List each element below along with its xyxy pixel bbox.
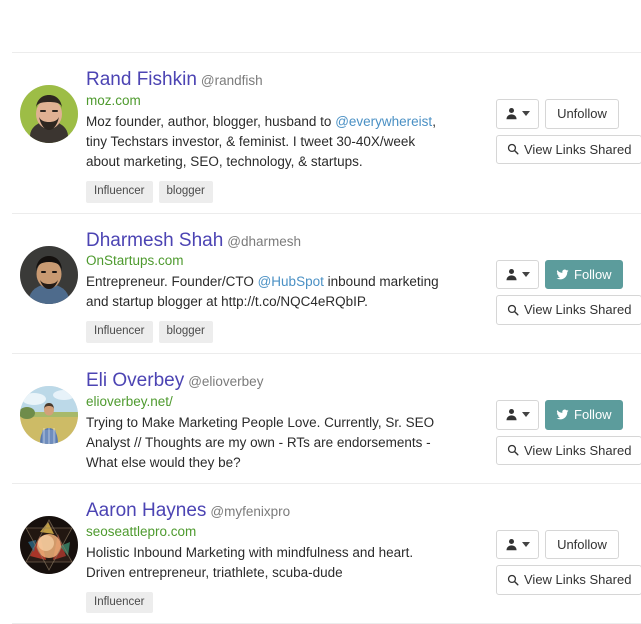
chevron-down-icon (522, 111, 530, 117)
twitter-bird-icon (556, 268, 569, 281)
list-top-spacer (12, 0, 641, 52)
avatar-cell (12, 224, 86, 304)
bio-mention-link[interactable]: @HubSpot (258, 274, 324, 289)
unfollow-button[interactable]: Unfollow (545, 529, 619, 560)
profile-name-line: Rand Fishkin @randfish (86, 69, 486, 91)
action-row-top: Follow (496, 400, 623, 430)
avatar-cell (12, 494, 86, 574)
tag-list: Influencer blogger (86, 180, 486, 203)
profile-info: Eli Overbey @elioverbey elioverbey.net/Try… (86, 364, 496, 473)
action-row-top: Unfollow (496, 99, 619, 129)
profile-info: Dharmesh Shah @dharmesh OnStartups.com Entr… (86, 224, 496, 344)
user-icon (505, 107, 518, 120)
profile-name-line: Dharmesh Shah @dharmesh (86, 230, 486, 252)
profile-handle: @dharmesh (227, 233, 302, 249)
profile-tag[interactable]: blogger (158, 180, 213, 203)
view-links-shared-label: View Links Shared (524, 141, 632, 157)
user-icon (505, 268, 518, 281)
view-links-shared-button[interactable]: View Links Shared (496, 134, 641, 165)
profile-tag[interactable]: Influencer (86, 180, 153, 203)
profile-website-link[interactable]: elioverbey.net/ (86, 394, 486, 409)
profile-name-link[interactable]: Aaron Haynes (86, 500, 206, 521)
action-row-top: Follow (496, 259, 623, 290)
follow-button[interactable]: Follow (545, 400, 623, 430)
avatar[interactable] (20, 85, 78, 143)
view-links-shared-label: View Links Shared (524, 442, 632, 458)
profile-website-link[interactable]: seoseattlepro.com (86, 524, 486, 539)
user-menu-button[interactable] (496, 529, 539, 560)
profile-info: Rand Fishkin @randfish moz.com Moz founder,… (86, 63, 496, 203)
bio-text: Entrepreneur. Founder/CTO (86, 274, 258, 290)
chevron-down-icon (522, 542, 530, 548)
avatar[interactable] (20, 245, 78, 304)
profile-tag[interactable]: Influencer (86, 321, 153, 344)
avatar-cell (12, 364, 86, 445)
bio-text: Holistic Inbound Marketing with mindfuln… (86, 544, 414, 580)
bio-mention-link[interactable]: @everywhereist (335, 114, 432, 129)
bio-text: Moz founder, author, blogger, husband to (86, 113, 336, 129)
profile-actions: Unfollow View Links Shared (496, 494, 641, 595)
profile-handle: @elioverbey (188, 374, 264, 390)
profile-row: Eli Overbey @elioverbey elioverbey.net/Try… (12, 353, 641, 483)
profile-bio: Moz founder, author, blogger, husband to… (86, 112, 446, 172)
profile-name-link[interactable]: Eli Overbey (86, 370, 184, 391)
profile-row: Aaron Haynes @myfenixpro seoseattlepro.com… (12, 482, 641, 624)
profile-handle: @randfish (200, 73, 263, 88)
profile-website-link[interactable]: OnStartups.com (86, 253, 486, 268)
search-icon (507, 304, 519, 316)
profile-name-line: Eli Overbey @elioverbey (86, 370, 486, 392)
profile-name-line: Aaron Haynes @myfenixpro (86, 500, 486, 522)
user-icon (505, 408, 518, 421)
unfollow-button[interactable]: Unfollow (545, 99, 619, 129)
profile-actions: Unfollow View Links Shared (496, 63, 641, 165)
profile-actions: Follow View Links Shared (496, 364, 641, 466)
view-links-shared-button[interactable]: View Links Shared (496, 295, 641, 325)
tag-list: Influencer (86, 591, 486, 614)
action-row-top: Unfollow (496, 529, 619, 560)
profile-name-link[interactable]: Rand Fishkin (86, 69, 197, 90)
profile-row: Rand Fishkin @randfish moz.com Moz founder,… (12, 52, 641, 213)
profile-info: Aaron Haynes @myfenixpro seoseattlepro.com… (86, 494, 496, 614)
user-menu-button[interactable] (496, 99, 539, 129)
search-icon (507, 444, 519, 456)
avatar[interactable] (20, 386, 78, 445)
follow-button-label: Follow (574, 407, 612, 423)
profile-actions: Follow View Links Shared (496, 224, 641, 325)
profile-name-link[interactable]: Dharmesh Shah (86, 230, 223, 251)
search-icon (507, 143, 519, 155)
profile-bio: Entrepreneur. Founder/CTO @HubSpot inbou… (86, 272, 446, 312)
profile-row: Dharmesh Shah @dharmesh OnStartups.com Entr… (12, 212, 641, 354)
user-menu-button[interactable] (496, 400, 539, 430)
follow-button-label: Unfollow (557, 106, 607, 121)
view-links-shared-label: View Links Shared (524, 302, 632, 318)
view-links-shared-label: View Links Shared (524, 572, 632, 588)
bio-text: Trying to Make Marketing People Love. Cu… (86, 414, 435, 470)
profile-tag[interactable]: Influencer (86, 591, 153, 614)
view-links-shared-button[interactable]: View Links Shared (496, 565, 641, 595)
avatar-cell (12, 63, 86, 143)
chevron-down-icon (522, 271, 530, 277)
search-icon (507, 574, 519, 586)
twitter-bird-icon (556, 408, 569, 421)
view-links-shared-button[interactable]: View Links Shared (496, 435, 641, 466)
follow-button-label: Unfollow (557, 536, 607, 552)
influencer-list: Rand Fishkin @randfish moz.com Moz founder,… (0, 0, 641, 624)
profile-handle: @myfenixpro (210, 503, 291, 519)
profile-website-link[interactable]: moz.com (86, 93, 486, 108)
avatar[interactable] (20, 515, 78, 574)
follow-button-label: Follow (574, 266, 612, 282)
profile-tag[interactable]: blogger (158, 321, 213, 344)
user-icon (505, 538, 518, 551)
chevron-down-icon (522, 412, 530, 418)
follow-button[interactable]: Follow (545, 259, 623, 290)
profile-bio: Holistic Inbound Marketing with mindfuln… (86, 543, 446, 583)
user-menu-button[interactable] (496, 259, 539, 290)
tag-list: Influencer blogger (86, 321, 486, 344)
profile-bio: Trying to Make Marketing People Love. Cu… (86, 413, 446, 473)
